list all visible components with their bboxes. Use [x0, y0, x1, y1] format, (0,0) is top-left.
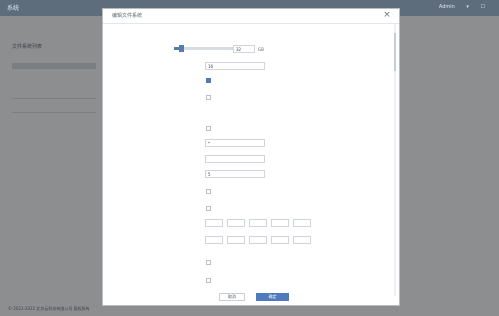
- top-menu-item[interactable]: ☐: [481, 4, 485, 10]
- readwrite-input[interactable]: *: [205, 139, 265, 147]
- readonly-input[interactable]: [205, 155, 265, 163]
- top-right-menu: Admin ▾ ☐: [429, 4, 485, 10]
- modal-scrollbar-thumb[interactable]: [394, 33, 396, 71]
- checkbox-7[interactable]: [206, 278, 211, 283]
- save-button[interactable]: 确定: [256, 293, 289, 301]
- edit-filesystem-modal: 编辑文件系统 × 32 GB 16 * 5 取消 确定: [102, 8, 400, 306]
- checkbox-6[interactable]: [206, 260, 211, 265]
- checkbox-5[interactable]: [206, 206, 211, 211]
- time-1-box[interactable]: [249, 219, 267, 227]
- users-input[interactable]: 5: [205, 170, 265, 178]
- table-row-divider: [12, 112, 96, 113]
- table-row-divider: [12, 98, 96, 99]
- cancel-button[interactable]: 取消: [219, 293, 245, 301]
- time-1-box[interactable]: [271, 219, 289, 227]
- table-header-bar: [12, 63, 96, 69]
- time-1-box[interactable]: [293, 219, 311, 227]
- size-unit: GB: [258, 47, 264, 52]
- id-input[interactable]: 16: [205, 62, 265, 70]
- top-menu-item[interactable]: Admin: [439, 4, 455, 10]
- modal-title: 编辑文件系统: [112, 13, 143, 19]
- time-2-box[interactable]: [227, 236, 245, 244]
- time-2-box[interactable]: [205, 236, 223, 244]
- time-2-box[interactable]: [271, 236, 289, 244]
- top-menu-item[interactable]: ▾: [466, 4, 469, 10]
- close-icon[interactable]: ×: [382, 10, 392, 20]
- checkbox-4[interactable]: [206, 189, 211, 194]
- system-title: 系统: [7, 5, 20, 12]
- checkbox-3[interactable]: [206, 126, 211, 131]
- time-2-box[interactable]: [249, 236, 267, 244]
- page-section-title: 文件系统列表: [12, 44, 43, 50]
- checkbox-2[interactable]: [206, 95, 211, 100]
- size-slider-thumb[interactable]: [179, 45, 184, 52]
- checkbox-1[interactable]: [206, 78, 211, 83]
- size-input[interactable]: 32: [233, 45, 255, 53]
- time-1-box[interactable]: [227, 219, 245, 227]
- time-1-box[interactable]: [205, 219, 223, 227]
- page-footer: © 2021-2022 北京云科技有限公司 版权所有: [8, 306, 90, 311]
- modal-header: 编辑文件系统 ×: [103, 9, 399, 24]
- time-2-box[interactable]: [293, 236, 311, 244]
